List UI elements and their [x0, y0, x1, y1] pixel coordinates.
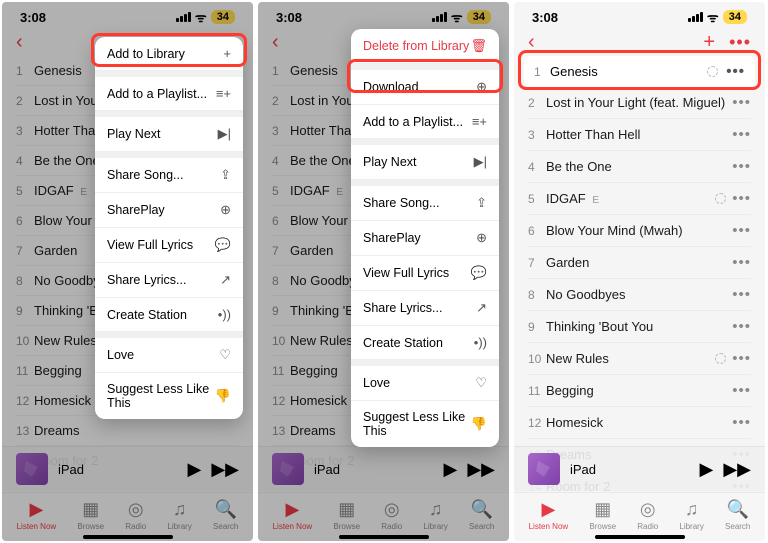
menu-download[interactable]: Download ⊕: [351, 70, 499, 105]
status-time: 3:08: [532, 10, 558, 25]
context-menu: Add to Library + Add to a Playlist...≡+ P…: [95, 37, 243, 419]
menu-item[interactable]: SharePlay⊕: [351, 221, 499, 256]
track-more-icon[interactable]: •••: [732, 222, 751, 239]
menu-icon: ≡+: [472, 114, 487, 129]
battery-badge: 34: [723, 10, 747, 24]
track-row[interactable]: 10 New Rules •••: [528, 343, 751, 375]
nav-header: ‹ + •••: [514, 28, 765, 56]
menu-icon: ≡+: [216, 86, 231, 101]
menu-item[interactable]: Create Station•)): [351, 326, 499, 360]
track-more-icon[interactable]: •••: [732, 126, 751, 143]
menu-icon: ♡: [219, 347, 231, 363]
menu-item[interactable]: Play Next▶|: [95, 117, 243, 152]
menu-icon: •)): [474, 335, 487, 350]
download-icon: ⊕: [476, 79, 487, 95]
track-more-icon[interactable]: •••: [726, 63, 745, 80]
menu-item[interactable]: Share Song...⇪: [351, 186, 499, 221]
signal-icon: [688, 12, 703, 22]
play-button[interactable]: ▶: [699, 459, 713, 480]
track-list: 2 Lost in Your Light (feat. Miguel) •••3…: [514, 87, 765, 503]
menu-item[interactable]: Suggest Less Like This👎: [95, 373, 243, 419]
menu-item[interactable]: View Full Lyrics💬: [351, 256, 499, 291]
track-more-icon[interactable]: •••: [732, 94, 751, 111]
track-row[interactable]: 3 Hotter Than Hell •••: [528, 119, 751, 151]
track-row[interactable]: 7 Garden •••: [528, 247, 751, 279]
menu-item[interactable]: Play Next▶|: [351, 145, 499, 180]
menu-item[interactable]: Share Lyrics...↗: [351, 291, 499, 326]
context-menu: Delete from Library 🗑 Download ⊕ Add to …: [351, 29, 499, 447]
tab-radio[interactable]: ◎Radio: [637, 499, 658, 531]
trash-icon: 🗑: [470, 38, 487, 54]
menu-icon: ▶|: [218, 126, 231, 142]
track-row[interactable]: 12 Homesick •••: [528, 407, 751, 439]
status-bar: 3:08 ᯤ 34: [514, 2, 765, 28]
phone-1: 3:08 ᯤ 34 ‹ 1 Genesis 2 Lost in Your Lig…: [2, 2, 253, 541]
menu-icon: ↗: [220, 272, 231, 288]
track-row[interactable]: 11 Begging •••: [528, 375, 751, 407]
menu-icon: 👎: [215, 388, 231, 404]
track-more-icon[interactable]: •••: [732, 286, 751, 303]
menu-item[interactable]: Add to a Playlist...≡+: [95, 77, 243, 111]
track-more-icon[interactable]: •••: [732, 158, 751, 175]
menu-item[interactable]: Love♡: [95, 338, 243, 373]
menu-icon: 💬: [215, 237, 231, 253]
home-indicator: [595, 535, 685, 539]
menu-icon: 💬: [471, 265, 487, 281]
menu-icon: ▶|: [474, 154, 487, 170]
menu-delete-from-library[interactable]: Delete from Library 🗑: [351, 29, 499, 64]
add-button[interactable]: +: [703, 31, 715, 54]
menu-icon: ↗: [476, 300, 487, 316]
forward-button[interactable]: ▶▶: [723, 459, 751, 480]
menu-icon: ♡: [475, 375, 487, 391]
phone-3: 3:08 ᯤ 34 ‹ + ••• 1 Genesis ••• 2 Lost i…: [514, 2, 765, 541]
menu-icon: •)): [218, 307, 231, 322]
track-row[interactable]: 8 No Goodbyes •••: [528, 279, 751, 311]
tab-bar: ▶Listen Now ▦Browse ◎Radio ♫Library 🔍Search: [514, 492, 765, 541]
download-indicator-icon: [715, 353, 726, 364]
tab-listen-now[interactable]: ▶Listen Now: [529, 499, 569, 531]
tab-search[interactable]: 🔍Search: [725, 499, 750, 531]
plus-icon: +: [223, 46, 231, 61]
now-playing-title: iPad: [570, 462, 699, 477]
menu-icon: ⇪: [220, 167, 231, 183]
track-more-icon[interactable]: •••: [732, 318, 751, 335]
menu-add-to-library[interactable]: Add to Library +: [95, 37, 243, 71]
track-more-icon[interactable]: •••: [732, 350, 751, 367]
more-button[interactable]: •••: [729, 32, 751, 53]
tab-library[interactable]: ♫Library: [679, 499, 703, 531]
now-playing-bar[interactable]: iPad ▶ ▶▶: [514, 446, 765, 491]
menu-icon: ⊕: [220, 202, 231, 218]
wifi-icon: ᯤ: [707, 8, 719, 26]
menu-icon: ⊕: [476, 230, 487, 246]
phone-2: 3:08 ᯤ 34 ‹ 1 Genesis 2 Lost in Your Lig…: [258, 2, 509, 541]
track-row[interactable]: 9 Thinking 'Bout You •••: [528, 311, 751, 343]
track-more-icon[interactable]: •••: [732, 190, 751, 207]
download-indicator-icon: [715, 193, 726, 204]
tab-browse[interactable]: ▦Browse: [589, 499, 616, 531]
track-row-highlighted[interactable]: 1 Genesis •••: [524, 56, 755, 87]
download-indicator-icon: [707, 66, 718, 77]
menu-item[interactable]: Share Song...⇪: [95, 158, 243, 193]
album-art: [528, 453, 560, 485]
track-row[interactable]: 6 Blow Your Mind (Mwah) •••: [528, 215, 751, 247]
menu-item[interactable]: Share Lyrics...↗: [95, 263, 243, 298]
menu-item[interactable]: Suggest Less Like This👎: [351, 401, 499, 447]
track-more-icon[interactable]: •••: [732, 382, 751, 399]
menu-item[interactable]: View Full Lyrics💬: [95, 228, 243, 263]
track-row[interactable]: 5 IDGAF E •••: [528, 183, 751, 215]
menu-item[interactable]: SharePlay⊕: [95, 193, 243, 228]
track-more-icon[interactable]: •••: [732, 254, 751, 271]
track-more-icon[interactable]: •••: [732, 414, 751, 431]
track-row[interactable]: 2 Lost in Your Light (feat. Miguel) •••: [528, 87, 751, 119]
menu-item[interactable]: Love♡: [351, 366, 499, 401]
back-button[interactable]: ‹: [528, 31, 535, 54]
menu-icon: 👎: [471, 416, 487, 432]
menu-item[interactable]: Add to a Playlist...≡+: [351, 105, 499, 139]
track-row[interactable]: 4 Be the One •••: [528, 151, 751, 183]
menu-item[interactable]: Create Station•)): [95, 298, 243, 332]
menu-icon: ⇪: [476, 195, 487, 211]
